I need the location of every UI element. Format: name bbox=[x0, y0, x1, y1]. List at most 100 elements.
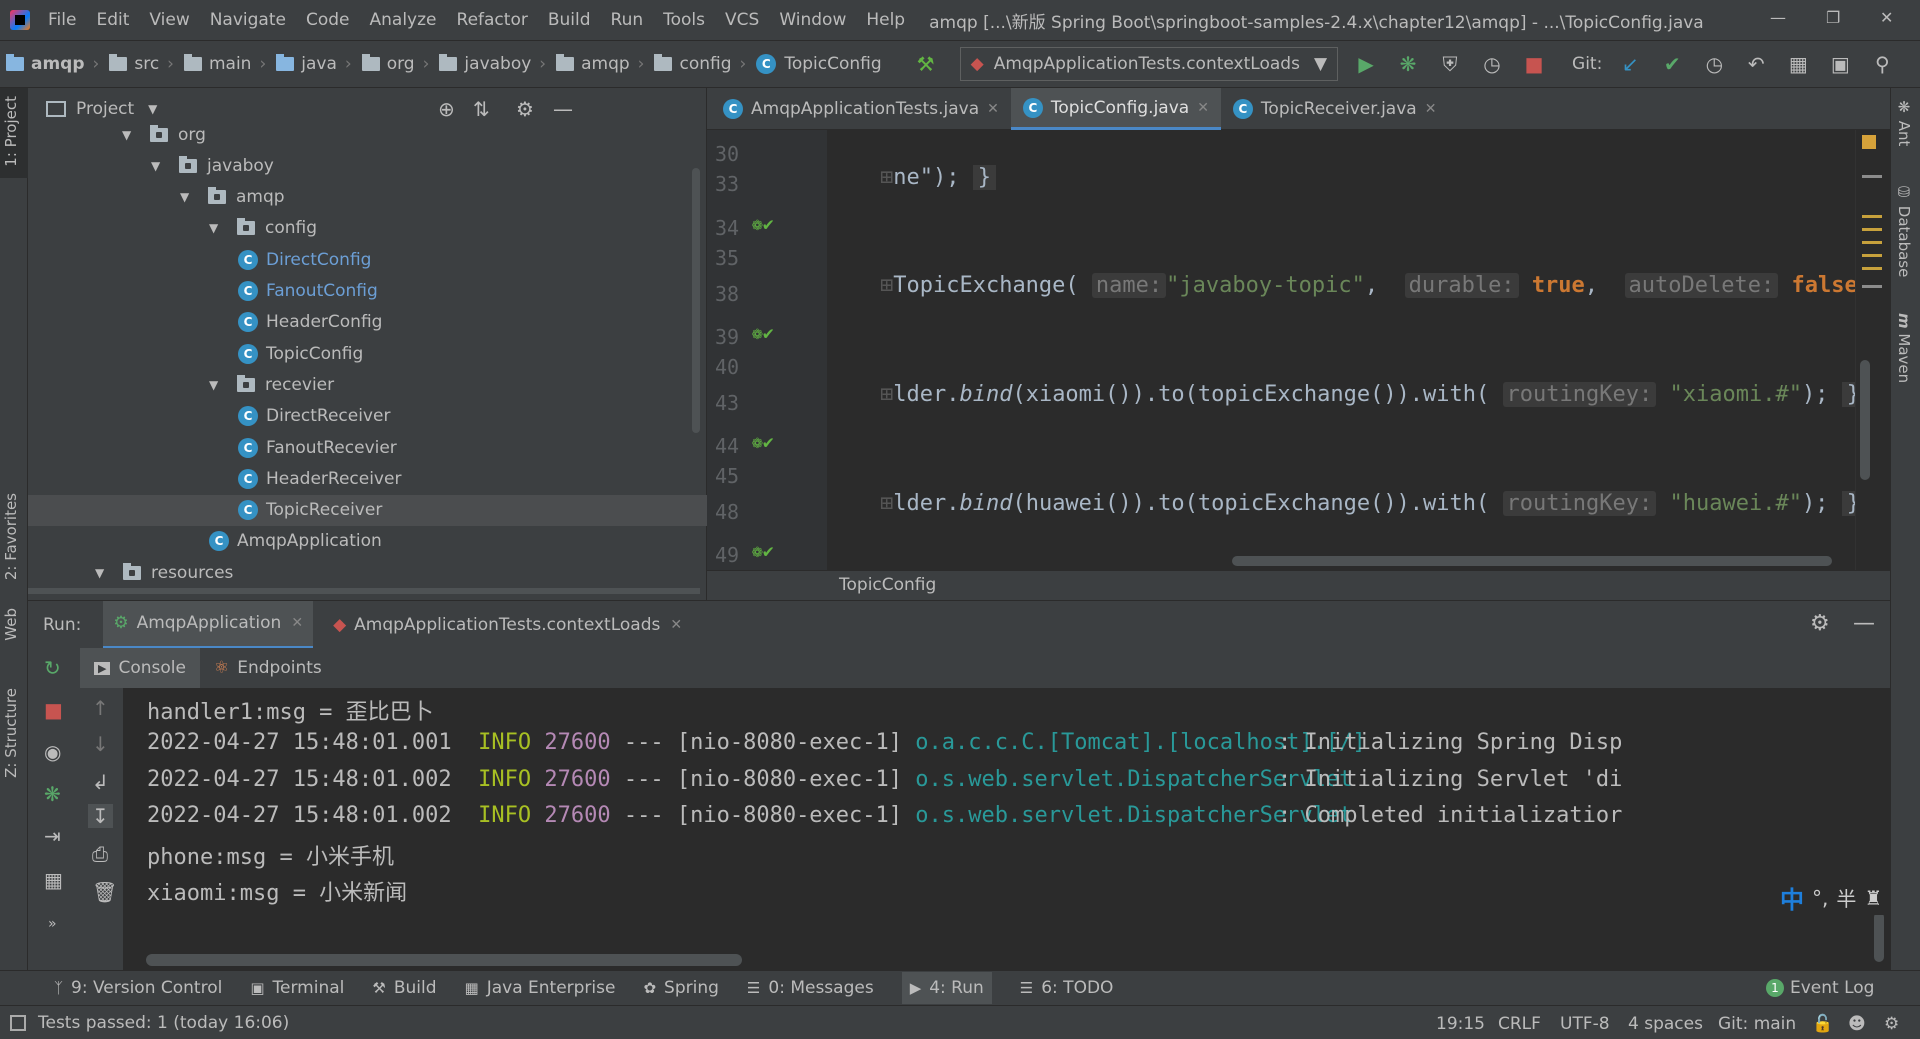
collapse-all-icon[interactable]: ⇅ bbox=[473, 97, 490, 121]
lock-icon[interactable]: 🔓 bbox=[1812, 1014, 1833, 1034]
tree-item-org[interactable]: ▼ org bbox=[28, 119, 707, 150]
bean-icon[interactable]: ❁✔ bbox=[752, 432, 774, 453]
close-icon[interactable]: ✕ bbox=[987, 101, 999, 117]
scroll-to-end-icon[interactable]: ↧ bbox=[88, 804, 113, 828]
tab-topicconfig[interactable]: C TopicConfig.java ✕ bbox=[1010, 88, 1221, 130]
event-log-button[interactable]: 1 Event Log bbox=[1766, 978, 1874, 998]
presentation-icon[interactable]: ▣ bbox=[1826, 50, 1854, 78]
menu-view[interactable]: View bbox=[149, 10, 189, 30]
bean-icon[interactable]: ❁✔ bbox=[752, 323, 774, 344]
tab-amqpapplicationtests[interactable]: C AmqpApplicationTests.java ✕ bbox=[707, 88, 1011, 130]
breadcrumb-javaboy[interactable]: javaboy › bbox=[439, 54, 546, 74]
scroll-up-icon[interactable]: ↑ bbox=[92, 696, 109, 720]
tree-item-headerreceiver[interactable]: C HeaderReceiver bbox=[28, 463, 707, 494]
menu-analyze[interactable]: Analyze bbox=[370, 10, 437, 30]
tab-version-control[interactable]: ᛉ 9: Version Control bbox=[54, 978, 222, 998]
breadcrumb-org[interactable]: org › bbox=[361, 54, 429, 74]
web-tool-tab[interactable]: Web bbox=[2, 608, 20, 641]
git-commit-icon[interactable]: ✔ bbox=[1658, 50, 1686, 78]
expand-arrow-icon[interactable]: ▼ bbox=[151, 159, 165, 173]
expand-arrow-icon[interactable]: ▼ bbox=[209, 378, 223, 392]
breadcrumb-config[interactable]: config › bbox=[654, 54, 746, 74]
menu-vcs[interactable]: VCS bbox=[725, 10, 759, 30]
ant-tool-tab[interactable]: ❋ Ant bbox=[1895, 98, 1913, 146]
tree-item-javaboy[interactable]: ▼ javaboy bbox=[28, 150, 707, 181]
tab-run[interactable]: ▶ 4: Run bbox=[901, 972, 992, 1004]
editor-vertical-scrollbar[interactable] bbox=[1860, 360, 1870, 480]
status-message[interactable]: Tests passed: 1 (today 16:06) bbox=[38, 1013, 289, 1033]
bean-icon[interactable]: ❁✔ bbox=[752, 214, 774, 235]
hide-panel-icon[interactable]: — bbox=[553, 97, 573, 121]
breadcrumb-topicconfig[interactable]: C TopicConfig bbox=[756, 54, 882, 74]
expand-arrow-icon[interactable]: ▼ bbox=[122, 128, 136, 142]
tab-todo[interactable]: ☰ 6: TODO bbox=[1020, 978, 1114, 998]
tree-item-recevier[interactable]: ▼ recevier bbox=[28, 369, 707, 400]
tree-item-topicreceiver[interactable]: C TopicReceiver bbox=[28, 494, 707, 526]
console-vertical-scrollbar[interactable] bbox=[1874, 912, 1884, 962]
bean-icon[interactable]: ❁✔ bbox=[752, 541, 774, 562]
tree-horizontal-scrollbar[interactable] bbox=[28, 588, 700, 594]
expand-arrow-icon[interactable]: ▼ bbox=[180, 190, 194, 204]
console-output[interactable]: handler1:msg = 歪比巴卜 2022-04-27 15:48:01.… bbox=[124, 688, 1890, 970]
tab-java-enterprise[interactable]: ▦ Java Enterprise bbox=[465, 978, 616, 998]
tree-item-amqpapplication[interactable]: C AmqpApplication bbox=[28, 526, 707, 557]
close-icon[interactable]: ✕ bbox=[1197, 100, 1209, 116]
minimize-icon[interactable]: — bbox=[1770, 8, 1786, 27]
exit-icon[interactable]: ⇥ bbox=[44, 824, 61, 848]
menu-help[interactable]: Help bbox=[866, 10, 905, 30]
menu-file[interactable]: File bbox=[48, 10, 76, 30]
run-configuration-select[interactable]: ◆ AmqpApplicationTests.contextLoads ▼ bbox=[959, 47, 1339, 81]
git-update-icon[interactable]: ↙ bbox=[1616, 50, 1644, 78]
inspector-icon[interactable]: ☻ bbox=[1848, 1014, 1866, 1034]
tree-item-config[interactable]: ▼ config bbox=[28, 213, 707, 244]
indent-setting[interactable]: 4 spaces bbox=[1628, 1014, 1703, 1034]
expand-arrow-icon[interactable]: ▼ bbox=[209, 221, 223, 235]
more-icon[interactable]: » bbox=[48, 916, 57, 932]
project-structure-icon[interactable]: ▦ bbox=[1784, 50, 1812, 78]
print-icon[interactable]: ⎙ bbox=[92, 842, 108, 866]
menu-window[interactable]: Window bbox=[779, 10, 846, 30]
dump-threads-icon[interactable]: ❋ bbox=[44, 782, 61, 806]
memory-icon[interactable]: ⚙ bbox=[1884, 1014, 1899, 1034]
tree-item-amqp[interactable]: ▼ amqp bbox=[28, 182, 707, 213]
warning-indicator[interactable] bbox=[1862, 135, 1876, 149]
run-tab-amqpapplication[interactable]: ⚙ AmqpApplication ✕ bbox=[103, 600, 314, 649]
breadcrumb-java[interactable]: java › bbox=[276, 54, 352, 74]
search-everywhere-icon[interactable]: ⚲ bbox=[1868, 50, 1896, 78]
camera-icon[interactable]: ◉ bbox=[44, 740, 61, 764]
line-separator[interactable]: CRLF bbox=[1498, 1014, 1541, 1034]
profile-icon[interactable]: ◷ bbox=[1478, 50, 1506, 78]
stop-icon[interactable]: ■ bbox=[1520, 50, 1548, 78]
tree-item-resources[interactable]: ▼ resources bbox=[28, 557, 707, 588]
code-editor[interactable]: ⊞ne"); } ⊞TopicExchange( name: "javaboy-t… bbox=[827, 130, 1855, 570]
editor-breadcrumb[interactable]: TopicConfig bbox=[839, 575, 936, 595]
structure-tool-tab[interactable]: Z: Structure bbox=[2, 688, 20, 778]
rollback-icon[interactable]: ↶ bbox=[1742, 50, 1770, 78]
favorites-tool-tab[interactable]: 2: Favorites bbox=[2, 493, 20, 580]
build-hammer-icon[interactable]: ⚒ bbox=[912, 50, 940, 78]
tab-build[interactable]: ⚒ Build bbox=[372, 978, 436, 998]
tab-spring[interactable]: ✿ Spring bbox=[643, 978, 718, 998]
tab-terminal[interactable]: ▣ Terminal bbox=[250, 978, 344, 998]
tree-scrollbar[interactable] bbox=[692, 168, 700, 433]
tree-item-directreceiver[interactable]: C DirectReceiver bbox=[28, 401, 707, 432]
scroll-down-icon[interactable]: ↓ bbox=[92, 732, 109, 756]
run-icon[interactable]: ▶ bbox=[1352, 50, 1380, 78]
close-icon[interactable]: ✕ bbox=[291, 615, 303, 631]
tree-item-directconfig[interactable]: C DirectConfig bbox=[28, 244, 707, 275]
breadcrumb-amqp[interactable]: amqp › bbox=[6, 54, 99, 74]
close-window-icon[interactable]: ✕ bbox=[1880, 8, 1893, 27]
run-tab-contextloads[interactable]: ◆ AmqpApplicationTests.contextLoads ✕ bbox=[323, 601, 692, 649]
git-branch[interactable]: Git: main bbox=[1718, 1014, 1796, 1034]
debug-icon[interactable]: ❋ bbox=[1394, 50, 1422, 78]
ime-indicator[interactable]: 中 °, 半 ♜ bbox=[1780, 880, 1891, 915]
close-icon[interactable]: ✕ bbox=[670, 617, 682, 633]
cursor-position[interactable]: 19:15 bbox=[1436, 1014, 1485, 1034]
tree-item-fanoutrecevier[interactable]: C FanoutRecevier bbox=[28, 432, 707, 463]
layout-icon[interactable]: ▦ bbox=[44, 868, 63, 892]
close-icon[interactable]: ✕ bbox=[1425, 101, 1437, 117]
soft-wrap-icon[interactable]: ↲ bbox=[92, 770, 109, 794]
menu-run[interactable]: Run bbox=[611, 10, 644, 30]
hide-panel-icon[interactable]: — bbox=[1853, 611, 1875, 636]
menu-refactor[interactable]: Refactor bbox=[457, 10, 528, 30]
